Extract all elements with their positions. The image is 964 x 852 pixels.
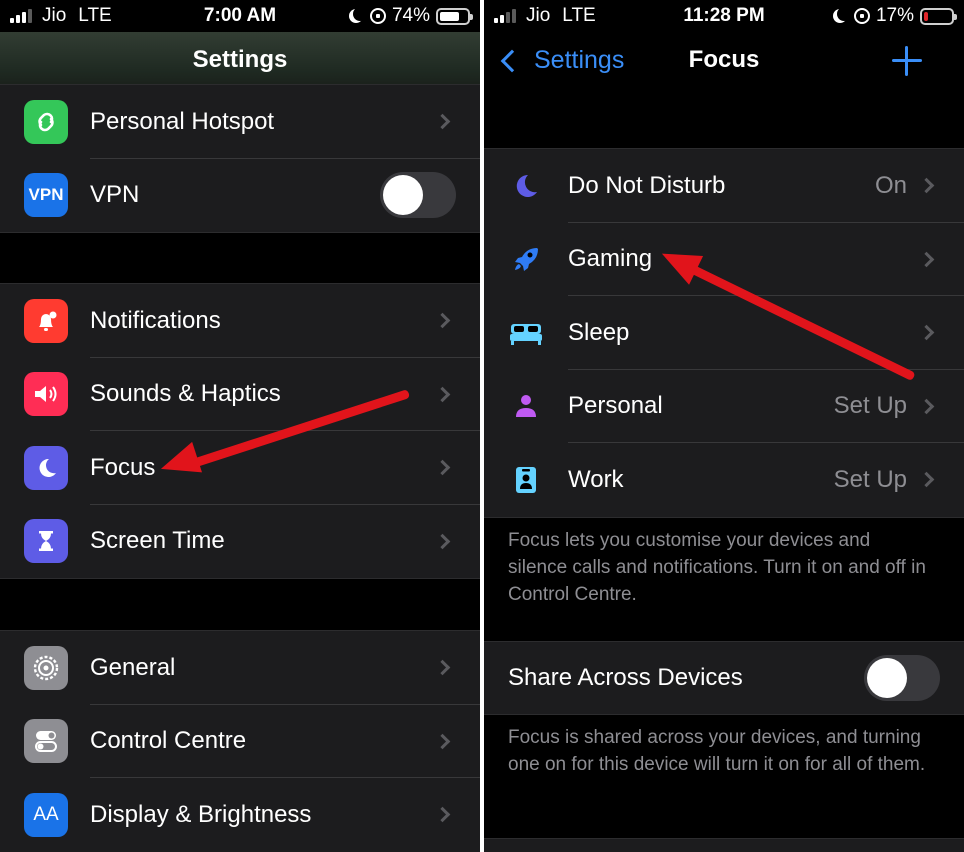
settings-item-label: Screen Time: [90, 527, 225, 555]
settings-item-control-centre[interactable]: Control Centre: [0, 705, 480, 778]
chevron-right-icon: [434, 806, 451, 823]
chevron-right-icon: [918, 177, 935, 194]
focus-item-label: Work: [568, 465, 624, 493]
share-description: Focus is shared across your devices, and…: [508, 727, 926, 775]
focus-item-sleep[interactable]: Sleep: [484, 296, 964, 370]
focus-item-label: Gaming: [568, 245, 653, 273]
badge-icon: [506, 460, 546, 500]
settings-item-notifications[interactable]: Notifications: [0, 284, 480, 358]
settings-item-label: Notifications: [90, 306, 221, 334]
add-focus-button[interactable]: [892, 46, 922, 76]
focus-screen: Jio LTE 11:28 PM 17% Settings Focus Do N…: [484, 0, 964, 852]
switches-icon: [24, 719, 68, 764]
focus-item-status: Set Up: [833, 465, 907, 493]
status-bar: Jio LTE 11:28 PM 17%: [484, 0, 964, 32]
rotation-lock-icon: [853, 8, 870, 24]
hourglass-icon: [24, 519, 68, 564]
share-across-devices-row: Share Across Devices: [484, 642, 964, 714]
settings-item-label: Personal Hotspot: [90, 107, 275, 135]
settings-item-label: General: [90, 653, 176, 681]
settings-item-label: Control Centre: [90, 727, 247, 755]
chevron-right-icon: [434, 386, 451, 403]
chevron-right-icon: [434, 113, 451, 130]
vpn-icon: VPN: [24, 173, 68, 218]
focus-item-do-not-disturb[interactable]: Do Not Disturb On: [484, 149, 964, 223]
chevron-right-icon: [918, 398, 935, 415]
chevron-right-icon: [918, 251, 935, 268]
chevron-right-icon: [918, 471, 935, 488]
settings-item-label: VPN: [90, 181, 140, 209]
settings-item-label: Display & Brightness: [90, 800, 312, 828]
share-across-devices-toggle[interactable]: [864, 655, 940, 701]
chevron-right-icon: [434, 459, 451, 476]
focus-item-personal[interactable]: Personal Set Up: [484, 370, 964, 443]
speaker-icon: [24, 372, 68, 417]
dnd-moon-icon: [837, 7, 851, 21]
chevron-right-icon: [434, 659, 451, 676]
dnd-moon-icon: [353, 7, 367, 21]
bed-icon: [506, 313, 546, 353]
share-across-devices-label: Share Across Devices: [508, 664, 743, 691]
rotation-lock-icon: [369, 8, 386, 24]
vpn-toggle[interactable]: [380, 172, 456, 219]
focus-item-label: Do Not Disturb: [568, 171, 726, 199]
hotspot-icon: [24, 99, 68, 144]
bell-icon: [24, 298, 68, 343]
general-group: General Control Centre AA Display & Brig…: [0, 630, 480, 852]
settings-item-label: Focus: [90, 453, 156, 481]
next-group: [484, 838, 964, 852]
battery-percent: 17%: [875, 5, 914, 26]
notifications-group: Notifications Sounds & Haptics Focus Scr…: [0, 283, 480, 579]
settings-screen: Jio LTE 7:00 AM 74% Settings Personal Ho…: [0, 0, 480, 852]
chevron-right-icon: [918, 324, 935, 341]
focus-list: Do Not Disturb On Gaming Sleep Personal …: [484, 148, 964, 518]
focus-item-label: Personal: [568, 392, 663, 420]
moon-icon: [24, 445, 68, 490]
settings-item-display-brightness[interactable]: AA Display & Brightness: [0, 778, 480, 852]
moon-icon: [506, 166, 546, 206]
focus-item-status: Set Up: [833, 392, 907, 420]
person-icon: [506, 386, 546, 426]
settings-item-screen-time[interactable]: Screen Time: [0, 505, 480, 579]
chevron-right-icon: [434, 533, 451, 550]
rocket-icon: [506, 239, 546, 279]
focus-description: Focus lets you customise your devices an…: [508, 530, 926, 605]
settings-item-personal-hotspot[interactable]: Personal Hotspot: [0, 85, 480, 159]
connectivity-group: Personal Hotspot VPN VPN: [0, 84, 480, 233]
display-icon: AA: [24, 792, 68, 837]
settings-item-focus[interactable]: Focus: [0, 431, 480, 505]
focus-item-label: Sleep: [568, 318, 630, 346]
gear-icon: [24, 645, 68, 690]
focus-item-work[interactable]: Work Set Up: [484, 443, 964, 517]
battery-percent: 74%: [391, 5, 430, 26]
share-group: Share Across Devices: [484, 641, 964, 715]
settings-item-general[interactable]: General: [0, 631, 480, 705]
status-bar: Jio LTE 7:00 AM 74%: [0, 0, 480, 32]
battery-icon: [920, 7, 957, 25]
focus-item-status: On: [874, 171, 907, 199]
page-title: Settings: [192, 46, 288, 73]
chevron-right-icon: [434, 733, 451, 750]
battery-icon: [436, 7, 473, 25]
settings-item-vpn[interactable]: VPN VPN: [0, 159, 480, 233]
chevron-right-icon: [434, 312, 451, 329]
